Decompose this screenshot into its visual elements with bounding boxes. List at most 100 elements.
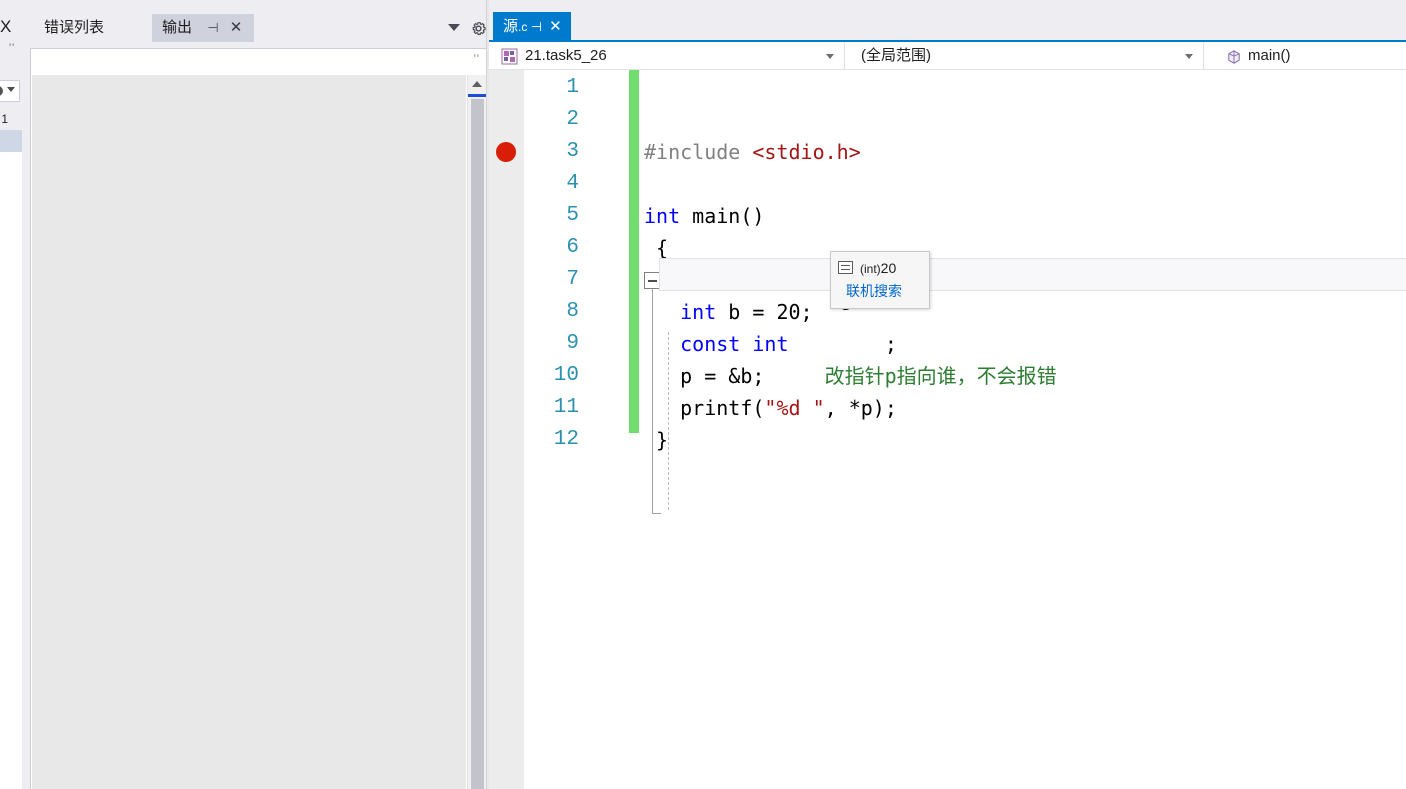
- chevron-down-icon[interactable]: [1185, 54, 1193, 59]
- line-text: printf("%d ", *p);: [644, 392, 897, 424]
- line-text: int main(): [644, 200, 764, 232]
- line-number: 7: [566, 268, 579, 291]
- code-token: , *p);: [824, 396, 897, 420]
- navbar-member-label: main(): [1248, 47, 1291, 64]
- tooltip-type-row: (int)20: [831, 255, 929, 281]
- output-vertical-scrollbar[interactable]: [467, 75, 486, 789]
- left-panel-combobox[interactable]: [0, 80, 20, 102]
- code-line[interactable]: 5 int main(): [489, 200, 1406, 232]
- code-token: 改指针p指向谁，不会报错: [824, 364, 1057, 388]
- code-token: "%d ": [764, 396, 825, 420]
- code-token: const int: [644, 332, 789, 356]
- pin-icon[interactable]: ⊣: [527, 12, 545, 41]
- gear-icon[interactable]: [470, 20, 487, 37]
- chevron-down-icon[interactable]: [826, 54, 834, 59]
- line-text: #include <stdio.h>: [644, 136, 861, 168]
- tooltip-online-search-link[interactable]: 联机搜索: [846, 280, 902, 302]
- line-number: 1: [566, 76, 579, 99]
- pin-icon[interactable]: ⊣: [206, 20, 220, 36]
- chevron-down-icon[interactable]: [448, 24, 460, 31]
- code-token: <stdio.h>: [752, 140, 861, 164]
- output-pane-grip[interactable]: '': [474, 53, 480, 65]
- code-text-area[interactable]: 123#include <stdio.h>45int main()6 {7 in…: [489, 70, 1406, 789]
- triangle-up-icon: [472, 81, 482, 87]
- output-dock-panel: 错误列表 输出 ⊣ ✕ '': [22, 0, 486, 789]
- tab-source-c[interactable]: 源.c ⊣ ✕: [493, 12, 572, 41]
- line-number: 5: [566, 204, 579, 227]
- left-panel-selected-row[interactable]: [0, 130, 22, 152]
- tab-source-c-label: 源: [503, 18, 519, 35]
- code-line[interactable]: 2: [489, 104, 1406, 136]
- code-line[interactable]: 1: [489, 72, 1406, 104]
- line-number: 11: [553, 396, 579, 419]
- code-token: int: [644, 204, 681, 228]
- code-token: #include: [644, 140, 753, 164]
- field-icon: [838, 261, 853, 274]
- line-text: int b = 20;: [644, 296, 813, 328]
- line-number: 2: [566, 108, 579, 131]
- code-editor-pane: 源.c ⊣ ✕ 21.task5_26 (全局范围) main() 1 2 3 …: [489, 0, 1406, 789]
- current-line-highlight: [659, 258, 1406, 291]
- scrollbar-marker: [468, 94, 486, 97]
- output-text-area[interactable]: [32, 75, 466, 789]
- code-token: }: [644, 428, 669, 452]
- tooltip-type-text: (int)20: [860, 258, 896, 279]
- code-token: main(): [680, 204, 765, 228]
- navbar-member-dropdown[interactable]: main(): [1204, 42, 1406, 69]
- line-number: 4: [566, 172, 579, 195]
- quick-info-tooltip: (int)20 联机搜索: [830, 251, 930, 309]
- code-token: ;: [788, 332, 897, 356]
- code-line[interactable]: 10 p = &b; 改指针p指向谁，不会报错: [489, 360, 1406, 392]
- line-number: 12: [553, 428, 579, 451]
- line-number: 3: [566, 140, 579, 163]
- close-icon[interactable]: ✕: [228, 19, 244, 37]
- code-line[interactable]: 11 printf("%d ", *p);: [489, 392, 1406, 424]
- left-panel-grip[interactable]: '': [9, 42, 15, 54]
- outlining-end-tick: [652, 513, 661, 514]
- tab-source-c-extension: .c: [518, 20, 528, 34]
- code-token: {: [644, 236, 669, 260]
- editor-tabstrip: 源.c ⊣ ✕: [489, 0, 1406, 41]
- code-line[interactable]: 12 }: [489, 424, 1406, 456]
- line-text: const int ;: [644, 328, 897, 360]
- line-text: }: [644, 424, 668, 456]
- left-panel-body: [0, 152, 22, 789]
- line-number: 6: [566, 236, 579, 259]
- navbar-scope-label: (全局范围): [861, 47, 931, 64]
- left-clipped-panel: X '' 表 1: [0, 0, 23, 789]
- left-panel-row-label: 表 1: [0, 112, 9, 126]
- line-number: 10: [553, 364, 579, 387]
- line-number: 8: [566, 300, 579, 323]
- left-panel-close-icon[interactable]: X: [0, 17, 11, 37]
- tab-output[interactable]: 输出 ⊣ ✕: [152, 14, 255, 42]
- tab-error-list[interactable]: 错误列表: [34, 14, 114, 42]
- tab-output-label: 输出: [162, 19, 193, 36]
- code-token: int: [644, 300, 717, 324]
- code-line[interactable]: 4: [489, 168, 1406, 200]
- tooltip-type-value: 20: [880, 260, 897, 276]
- output-pane: '': [30, 48, 486, 789]
- navbar-scope-dropdown[interactable]: (全局范围): [847, 42, 1204, 69]
- line-number: 9: [566, 332, 579, 355]
- editor-navigation-bar: 21.task5_26 (全局范围) main(): [489, 42, 1406, 70]
- code-token: b = 20;: [716, 300, 813, 324]
- scroll-up-button[interactable]: [468, 75, 486, 93]
- tab-error-list-label: 错误列表: [44, 19, 105, 36]
- code-line[interactable]: 9 const int ;: [489, 328, 1406, 360]
- combobox-value-dot: [0, 86, 3, 96]
- code-line[interactable]: 3 #include <stdio.h>: [489, 136, 1406, 168]
- dock-tabstrip: 错误列表 输出 ⊣ ✕: [22, 0, 486, 48]
- navbar-project-label: 21.task5_26: [525, 47, 607, 64]
- chevron-down-icon[interactable]: [7, 87, 15, 92]
- line-text: p = &b; 改指针p指向谁，不会报错: [644, 360, 1057, 392]
- code-token: p = &b;: [644, 364, 825, 388]
- close-icon[interactable]: ✕: [545, 12, 565, 41]
- navbar-project-dropdown[interactable]: 21.task5_26: [495, 42, 845, 69]
- code-token: printf(: [644, 396, 765, 420]
- cpp-project-icon: [501, 47, 518, 65]
- code-line[interactable]: 8 int b = 20;: [489, 296, 1406, 328]
- splitter-line: [486, 0, 487, 789]
- scrollbar-thumb[interactable]: [471, 99, 484, 789]
- method-icon: [1226, 47, 1242, 64]
- visual-studio-window: X '' 表 1 错误列表 输出 ⊣ ✕: [0, 0, 1406, 789]
